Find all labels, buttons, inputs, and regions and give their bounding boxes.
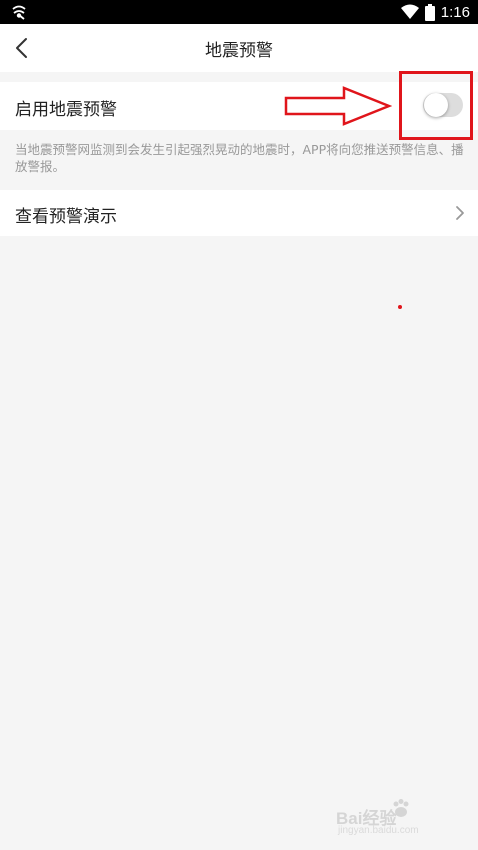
battery-icon [424, 3, 435, 21]
page-title: 地震预警 [205, 41, 273, 61]
navigation-bar: 地震预警 [0, 24, 478, 72]
chevron-right-icon [456, 206, 464, 220]
annotation-highlight-box [399, 71, 473, 140]
watermark-url: jingyan.baidu.com [338, 825, 419, 836]
wifi-icon [400, 4, 419, 19]
status-icons: 1:16 [400, 2, 470, 22]
view-warning-demo-label: 查看预警演示 [15, 207, 117, 227]
view-warning-demo-row[interactable]: 查看预警演示 [0, 190, 478, 236]
earthquake-warning-description: 当地震预警网监测到会发生引起强烈晃动的地震时，APP将向您推送预警信息、播放警报… [15, 142, 464, 174]
paw-logo-icon [393, 799, 409, 817]
watermark: Bai经验 jingyan.baidu.com [336, 796, 456, 842]
annotation-red-dot [398, 305, 402, 309]
status-bar: 1:16 [0, 0, 478, 24]
enable-earthquake-warning-label: 启用地震预警 [15, 100, 117, 120]
status-time: 1:16 [440, 3, 470, 21]
annotation-arrow-icon [284, 86, 392, 126]
app-notification-icon [12, 5, 26, 20]
